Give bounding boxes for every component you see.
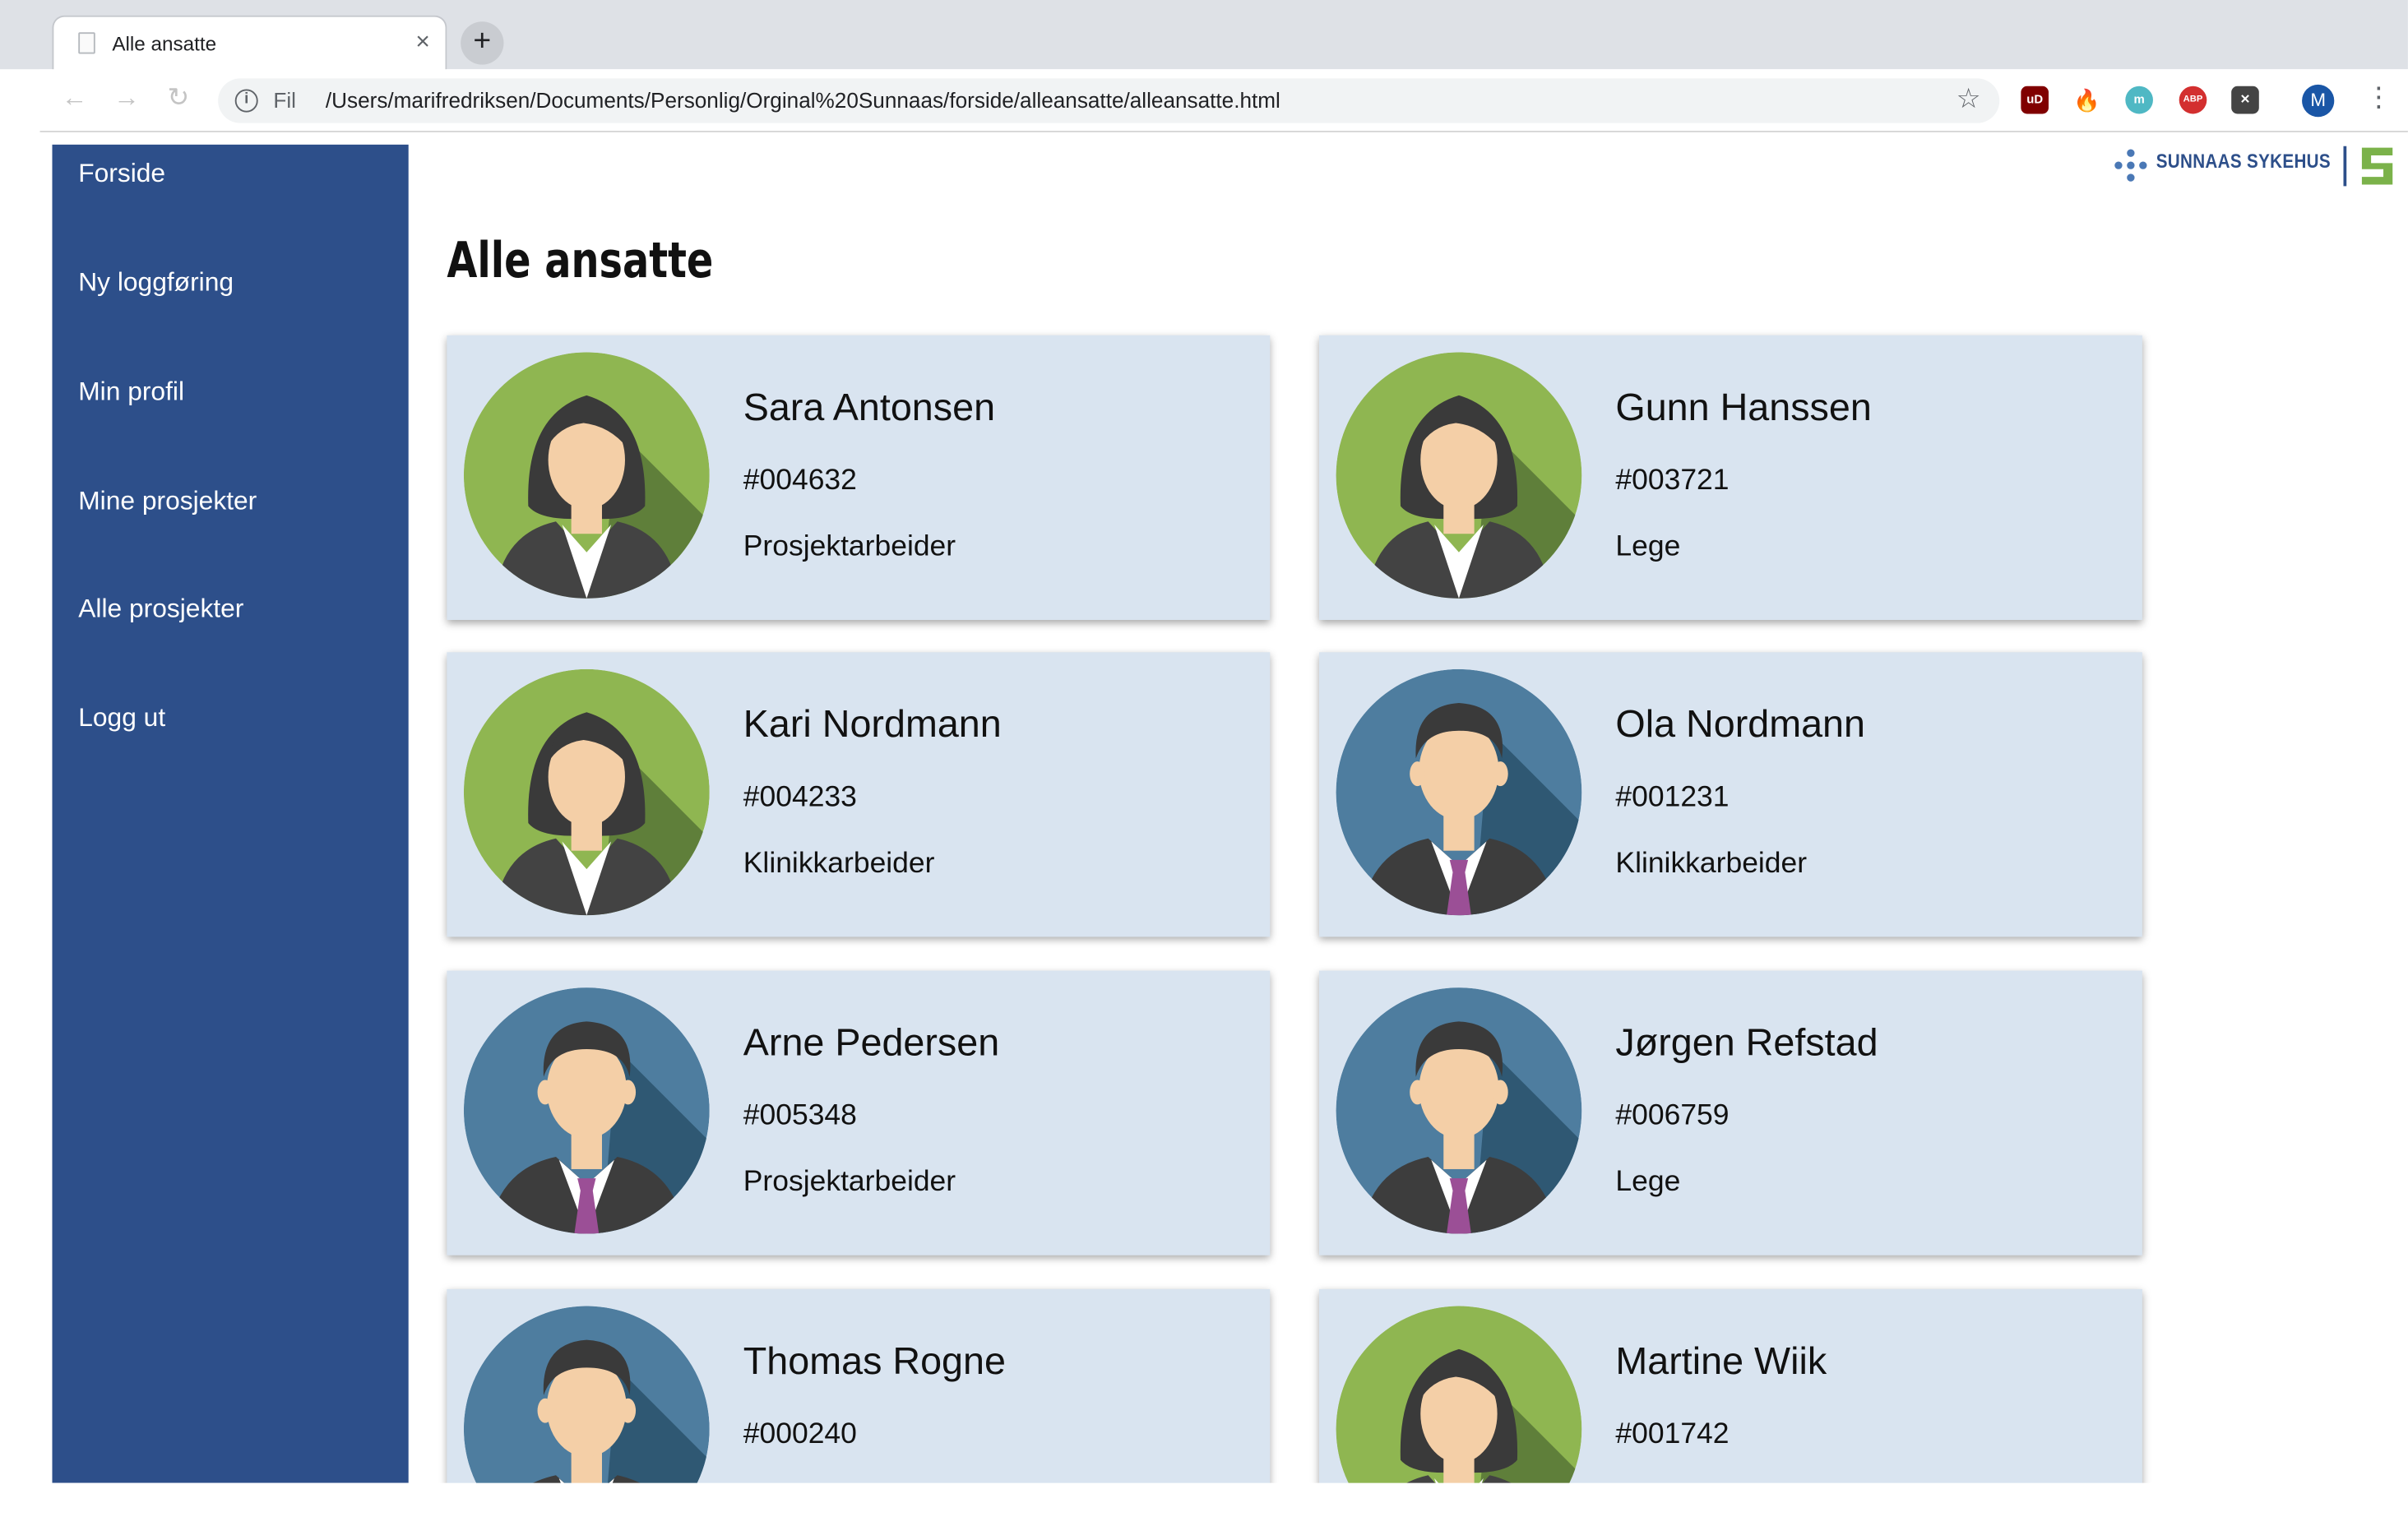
employee-name: Thomas Rogne (743, 1339, 1006, 1384)
employee-id: #003721 (1615, 465, 1730, 497)
sidebar-item-ny-loggforing[interactable]: Ny loggføring (78, 268, 234, 298)
fire-extension-icon[interactable]: 🔥 (2073, 86, 2101, 114)
sidebar-item-min-profil[interactable]: Min profil (78, 377, 184, 407)
tab-title: Alle ansatte (112, 32, 217, 56)
male-avatar-icon (1336, 987, 1582, 1234)
browser-tab[interactable]: Alle ansatte × (52, 15, 447, 72)
employee-id: #005348 (743, 1099, 857, 1133)
employee-id: #004233 (743, 781, 857, 814)
male-avatar-icon (463, 987, 710, 1234)
x-extension-icon[interactable]: ✕ (2231, 86, 2259, 114)
sidebar-item-alle-prosjekter[interactable]: Alle prosjekter (78, 594, 243, 624)
male-avatar-icon (1336, 668, 1582, 916)
sidebar-item-mine-prosjekter[interactable]: Mine prosjekter (78, 486, 257, 516)
employee-name: Gunn Hanssen (1615, 386, 1872, 430)
address-bar[interactable]: i Fil /Users/marifredriksen/Documents/Pe… (218, 78, 2000, 123)
employee-role: Lege (1615, 1166, 1681, 1199)
employee-role: Klinikkarbeider (743, 847, 935, 881)
tab-strip: Alle ansatte × + (0, 0, 2408, 72)
close-tab-icon[interactable]: × (415, 28, 429, 58)
browser-window: Alle ansatte × + ← → ↻ i Fil /Users/mari… (0, 0, 2408, 1526)
url-text[interactable]: /Users/marifredriksen/Documents/Personli… (326, 88, 1280, 113)
page-favicon-icon (78, 32, 95, 54)
profile-avatar-button[interactable]: M (2302, 84, 2335, 118)
sunnaas-logo: SUNNAAS SYKEHUS (2113, 143, 2405, 189)
female-avatar-icon (463, 352, 710, 599)
browser-toolbar: ← → ↻ i Fil /Users/marifredriksen/Docume… (39, 69, 2408, 132)
employee-card[interactable]: Ola Nordmann #001231 Klinikkarbeider (1319, 652, 2142, 937)
employee-id: #001742 (1615, 1418, 1730, 1451)
employee-id: #004632 (743, 465, 857, 497)
employee-card[interactable]: Sara Antonsen #004632 Prosjektarbeider (447, 335, 1271, 621)
page-title: Alle ansatte (447, 230, 714, 289)
reload-icon[interactable]: ↻ (168, 83, 190, 113)
logo-s-icon (2361, 147, 2393, 185)
employee-card[interactable]: Kari Nordmann #004233 Klinikkarbeider (447, 652, 1271, 937)
employee-name: Arne Pedersen (743, 1021, 1000, 1065)
forward-arrow-icon[interactable]: → (113, 83, 140, 113)
ublock-extension-icon[interactable]: uD (2021, 86, 2049, 114)
back-arrow-icon[interactable]: ← (62, 83, 88, 113)
female-avatar-icon (463, 668, 710, 916)
employee-id: #000240 (743, 1418, 857, 1451)
bookmark-star-icon[interactable]: ☆ (1956, 83, 1981, 115)
employee-role: Klinikkarbeider (1615, 847, 1808, 881)
employee-name: Ola Nordmann (1615, 703, 1865, 747)
female-avatar-icon (1336, 352, 1582, 599)
sidebar-item-forside[interactable]: Forside (78, 159, 165, 189)
logo-text: SUNNAAS SYKEHUS (2156, 149, 2331, 173)
employee-role: Prosjektarbeider (743, 1166, 956, 1199)
employee-card[interactable]: Arne Pedersen #005348 Prosjektarbeider (447, 970, 1271, 1255)
employee-name: Jørgen Refstad (1615, 1021, 1878, 1065)
employee-card[interactable]: Jørgen Refstad #006759 Lege (1319, 970, 2142, 1255)
scheme-label: Fil (273, 87, 296, 113)
employee-name: Martine Wiik (1615, 1339, 1827, 1384)
info-icon[interactable]: i (234, 89, 258, 113)
new-tab-button[interactable]: + (461, 21, 504, 65)
employee-id: #001231 (1615, 781, 1730, 814)
browser-menu-icon[interactable]: ⋮ (2365, 81, 2393, 113)
employee-name: Sara Antonsen (743, 386, 996, 430)
sidebar: Forside Ny loggføring Min profil Mine pr… (52, 144, 409, 1483)
employee-id: #006759 (1615, 1099, 1730, 1133)
m-extension-icon[interactable]: m (2125, 86, 2153, 114)
employee-role: Lege (1615, 530, 1681, 563)
employee-card[interactable]: Gunn Hanssen #003721 Lege (1319, 335, 2142, 621)
employee-role: Prosjektarbeider (743, 530, 956, 563)
sidebar-item-logg-ut[interactable]: Logg ut (78, 703, 165, 733)
adblock-plus-extension-icon[interactable]: ABP (2179, 86, 2207, 114)
employee-name: Kari Nordmann (743, 703, 1002, 747)
